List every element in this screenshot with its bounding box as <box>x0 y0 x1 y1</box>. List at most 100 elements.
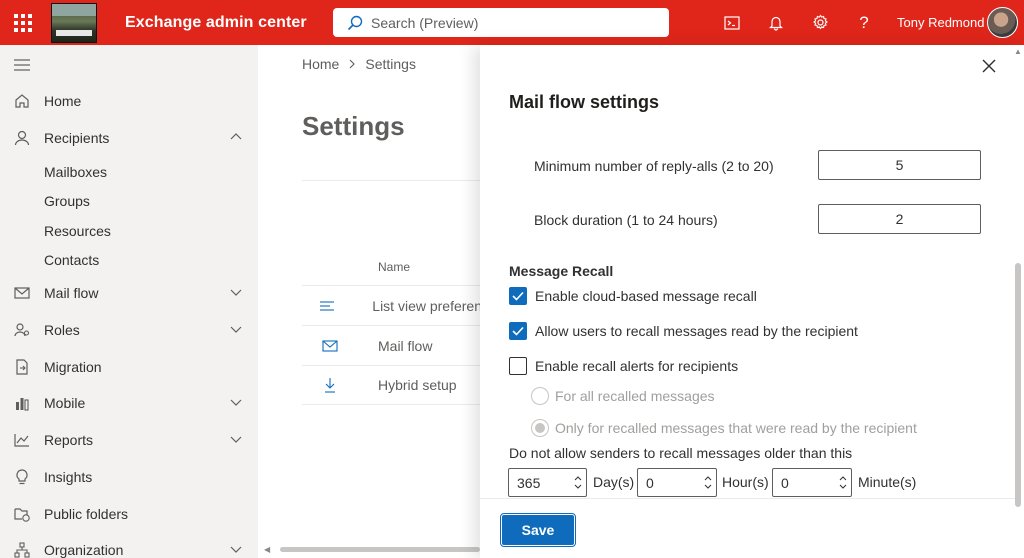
spin-down-icon[interactable] <box>574 484 582 489</box>
search-input[interactable] <box>371 14 651 31</box>
block-duration-input[interactable]: 2 <box>818 204 981 234</box>
nav-label-public-folders: Public folders <box>44 506 129 522</box>
public-folders-icon <box>14 508 30 522</box>
bell-icon <box>769 16 783 31</box>
spin-up-icon[interactable] <box>839 476 847 481</box>
lightbulb-icon <box>16 469 28 485</box>
terminal-icon <box>724 15 740 30</box>
scroll-up-icon[interactable]: ▲ <box>1014 47 1022 56</box>
radio-read-recalled-row[interactable]: Only for recalled messages that were rea… <box>531 419 917 437</box>
org-logo <box>51 2 97 43</box>
download-icon <box>325 378 335 393</box>
hamburger-icon[interactable] <box>14 58 30 74</box>
hours-unit: Hour(s) <box>722 474 769 490</box>
radio-all-recalled[interactable] <box>531 387 549 405</box>
radio-read-recalled[interactable] <box>531 419 549 437</box>
chevron-up-icon <box>230 133 242 140</box>
chevron-down-icon <box>230 399 242 406</box>
minutes-value[interactable]: 0 <box>773 475 835 491</box>
mail-icon <box>14 287 30 299</box>
nav-item-mail-flow[interactable]: Mail flow <box>0 276 258 310</box>
nav-label-recipients: Recipients <box>44 130 110 146</box>
app-launcher-button[interactable] <box>0 0 45 45</box>
nav-sub-contacts[interactable]: Contacts <box>44 252 99 268</box>
mail-flow-settings-panel: Mail flow settings Minimum number of rep… <box>480 45 1024 558</box>
nav-label-organization: Organization <box>44 542 124 558</box>
recall-alerts-checkbox-row[interactable]: Enable recall alerts for recipients <box>509 357 738 375</box>
settings-row-mail-flow[interactable]: Mail flow <box>302 325 482 365</box>
nav-item-recipients[interactable]: Recipients <box>0 121 258 155</box>
nav-item-public-folders[interactable]: Public folders <box>0 497 258 531</box>
mobile-icon <box>16 398 29 411</box>
days-spinner[interactable]: 365 <box>508 468 587 497</box>
help-button[interactable]: ? <box>842 0 886 45</box>
enable-recall-checkbox[interactable] <box>509 287 527 305</box>
breadcrumb: Home Settings <box>302 56 416 72</box>
migration-icon <box>16 359 28 375</box>
column-header-name[interactable]: Name <box>378 260 410 274</box>
panel-title: Mail flow settings <box>509 92 660 112</box>
allow-recall-read-checkbox-row[interactable]: Allow users to recall messages read by t… <box>509 322 858 340</box>
minutes-unit: Minute(s) <box>858 474 917 490</box>
radio-all-recalled-row[interactable]: For all recalled messages <box>531 387 715 405</box>
search-icon <box>347 15 363 30</box>
scroll-left-icon[interactable]: ◀ <box>264 545 270 554</box>
waffle-icon <box>13 13 32 32</box>
nav-item-insights[interactable]: Insights <box>0 460 258 494</box>
spin-up-icon[interactable] <box>704 476 712 481</box>
spin-down-icon[interactable] <box>704 484 712 489</box>
cloud-shell-button[interactable] <box>710 0 754 45</box>
spin-up-icon[interactable] <box>574 476 582 481</box>
hours-value[interactable]: 0 <box>638 475 700 491</box>
notifications-button[interactable] <box>754 0 798 45</box>
allow-recall-read-checkbox[interactable] <box>509 322 527 340</box>
app-title[interactable]: Exchange admin center <box>125 14 307 32</box>
roles-icon <box>14 323 30 337</box>
settings-row-label: Hybrid setup <box>378 377 457 393</box>
nav-sub-mailboxes[interactable]: Mailboxes <box>44 164 107 180</box>
vertical-scrollbar-thumb[interactable] <box>1015 263 1021 507</box>
divider <box>302 180 482 181</box>
days-value[interactable]: 365 <box>509 475 570 491</box>
home-icon <box>15 94 29 108</box>
chevron-down-icon <box>230 326 242 333</box>
breadcrumb-settings: Settings <box>365 56 416 72</box>
horizontal-scrollbar[interactable]: ◀ <box>262 545 480 554</box>
nav-item-migration[interactable]: Migration <box>0 350 258 384</box>
settings-button[interactable] <box>798 0 842 45</box>
mail-icon <box>322 339 338 352</box>
reply-all-input[interactable]: 5 <box>818 150 981 180</box>
main-content: Home Settings Settings Name List view pr… <box>258 45 482 558</box>
settings-row-hybrid-setup[interactable]: Hybrid setup <box>302 365 482 405</box>
nav-item-organization[interactable]: Organization <box>0 533 258 558</box>
avatar[interactable] <box>987 7 1018 38</box>
spin-down-icon[interactable] <box>839 484 847 489</box>
nav-label-mobile: Mobile <box>44 395 86 411</box>
enable-recall-checkbox-row[interactable]: Enable cloud-based message recall <box>509 287 757 305</box>
chevron-down-icon <box>230 546 242 553</box>
nav-item-mobile[interactable]: Mobile <box>0 386 258 420</box>
nav-item-home[interactable]: Home <box>0 84 258 118</box>
nav-sub-groups[interactable]: Groups <box>44 193 90 209</box>
breadcrumb-home[interactable]: Home <box>302 56 339 72</box>
nav-label-home: Home <box>44 93 82 109</box>
close-icon[interactable] <box>980 57 998 75</box>
nav-label-mail-flow: Mail flow <box>44 285 99 301</box>
page-title: Settings <box>302 111 405 141</box>
nav-item-roles[interactable]: Roles <box>0 313 258 347</box>
recall-age-label: Do not allow senders to recall messages … <box>509 445 853 461</box>
settings-row-list-view[interactable]: List view preferen <box>302 285 482 325</box>
search-box[interactable] <box>333 8 669 37</box>
hours-spinner[interactable]: 0 <box>637 468 717 497</box>
recall-alerts-label: Enable recall alerts for recipients <box>535 358 739 374</box>
nav-sub-resources[interactable]: Resources <box>44 223 111 239</box>
user-name[interactable]: Tony Redmond <box>897 15 984 30</box>
chevron-right-icon <box>349 59 356 69</box>
minutes-spinner[interactable]: 0 <box>772 468 852 497</box>
nav-item-reports[interactable]: Reports <box>0 423 258 457</box>
scrollbar-thumb[interactable] <box>280 547 480 552</box>
recall-alerts-checkbox[interactable] <box>509 357 527 375</box>
save-button[interactable]: Save <box>500 513 576 547</box>
radio-read-recalled-label: Only for recalled messages that were rea… <box>555 420 917 436</box>
nav-label-roles: Roles <box>44 322 80 338</box>
